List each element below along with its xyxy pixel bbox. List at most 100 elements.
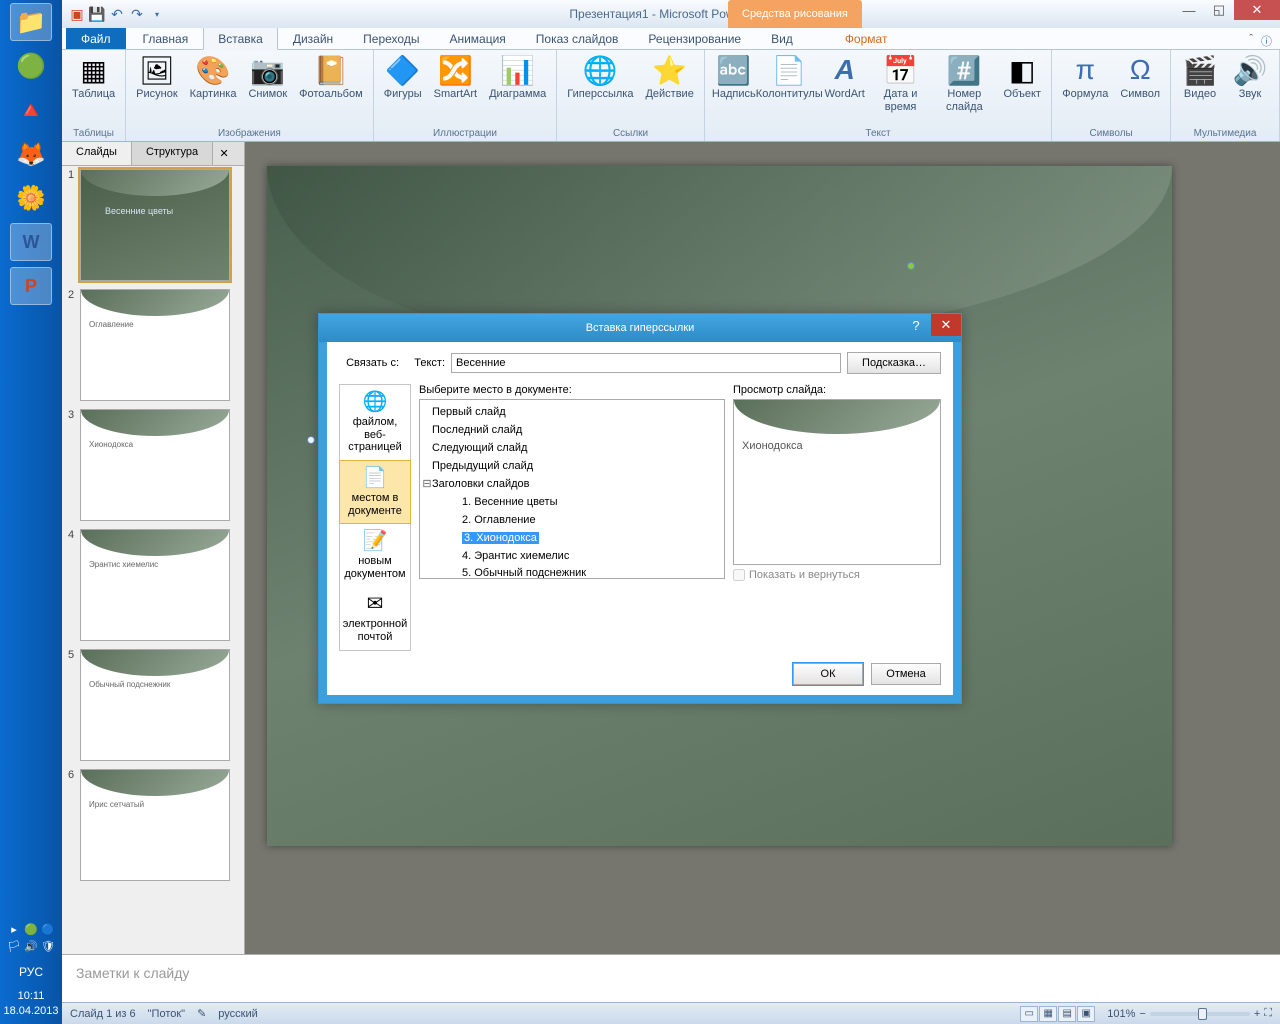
link-to-newdoc[interactable]: 📝новым документом <box>340 524 410 586</box>
status-lang[interactable]: русский <box>218 1008 257 1020</box>
zoom-slider[interactable] <box>1150 1012 1250 1016</box>
chrome-icon[interactable]: 🟢 <box>10 47 52 85</box>
tab-home[interactable]: Главная <box>128 27 204 49</box>
dialog-help-icon[interactable]: ? <box>901 314 931 336</box>
audio-button[interactable]: 🔊Звук <box>1227 52 1273 103</box>
aimp-icon[interactable]: 🔺 <box>10 91 52 129</box>
tree-slide-1[interactable]: 1. Весенние цветы <box>422 494 722 512</box>
zoom-control[interactable]: 101% − + ⛶ <box>1107 1007 1272 1020</box>
tree-last-slide[interactable]: Последний слайд <box>422 422 722 440</box>
save-icon[interactable]: 💾 <box>88 5 106 23</box>
qat-more-icon[interactable]: ▾ <box>148 5 166 23</box>
ok-button[interactable]: ОК <box>793 663 863 685</box>
slide-thumb-1[interactable]: Весенние цветы <box>80 169 230 281</box>
close-button[interactable]: ✕ <box>1234 0 1280 20</box>
show-return-checkbox[interactable]: Показать и вернуться <box>733 569 941 581</box>
tab-format[interactable]: Формат <box>830 27 903 49</box>
headerfooter-button[interactable]: 📄Колонтитулы <box>761 52 818 103</box>
textbox-button[interactable]: 🔤Надпись <box>711 52 757 103</box>
equation-button[interactable]: πФормула <box>1058 52 1112 103</box>
reading-view-button[interactable]: ▤ <box>1058 1006 1076 1022</box>
link-to-place[interactable]: 📄местом в документе <box>340 461 410 523</box>
minimize-ribbon-icon[interactable]: ˆ <box>1249 33 1253 49</box>
maximize-button[interactable]: ◱ <box>1204 0 1234 20</box>
video-button[interactable]: 🎬Видео <box>1177 52 1223 103</box>
redo-icon[interactable]: ↷ <box>128 5 146 23</box>
cancel-button[interactable]: Отмена <box>871 663 941 685</box>
chart-button[interactable]: 📊Диаграмма <box>485 52 550 103</box>
tab-insert[interactable]: Вставка <box>203 27 278 50</box>
symbol-button[interactable]: ΩСимвол <box>1116 52 1164 103</box>
action-button[interactable]: ⭐Действие <box>641 52 697 103</box>
tab-file[interactable]: Файл <box>66 27 126 49</box>
dialog-titlebar[interactable]: Вставка гиперссылки ? ✕ <box>319 314 961 342</box>
tab-animation[interactable]: Анимация <box>434 27 520 49</box>
group-symbols: Символы <box>1058 126 1164 141</box>
outline-tab[interactable]: Структура <box>132 142 213 165</box>
tree-slide-3[interactable]: 3. Хионодокса <box>422 530 722 548</box>
powerpoint-icon[interactable]: P <box>10 267 52 305</box>
tree-next-slide[interactable]: Следующий слайд <box>422 440 722 458</box>
tab-transitions[interactable]: Переходы <box>348 27 434 49</box>
windows-taskbar: 📁 🟢 🔺 🦊 🌼 W P ▸🟢🔵🏳🔊🛡 РУС 10:1118.04.2013 <box>0 0 62 1024</box>
sel-handle[interactable] <box>307 436 315 444</box>
undo-icon[interactable]: ↶ <box>108 5 126 23</box>
slide-thumb-2[interactable]: Оглавление <box>80 289 230 401</box>
app-icon[interactable]: ▣ <box>68 5 86 23</box>
explorer-icon[interactable]: 📁 <box>10 3 52 41</box>
link-to-file[interactable]: 🌐файлом, веб- страницей <box>340 385 410 460</box>
zoom-out-button[interactable]: − <box>1139 1008 1145 1020</box>
link-to-email[interactable]: ✉электронной почтой <box>340 587 410 649</box>
object-button[interactable]: ◧Объект <box>999 52 1045 103</box>
dialog-close-button[interactable]: ✕ <box>931 314 961 336</box>
tab-view[interactable]: Вид <box>756 27 808 49</box>
help-icon[interactable]: ⓘ <box>1261 33 1272 49</box>
place-tree[interactable]: Первый слайд Последний слайд Следующий с… <box>419 399 725 579</box>
firefox-icon[interactable]: 🦊 <box>10 135 52 173</box>
tab-slideshow[interactable]: Показ слайдов <box>521 27 634 49</box>
tree-prev-slide[interactable]: Предыдущий слайд <box>422 458 722 476</box>
sorter-view-button[interactable]: ▦ <box>1039 1006 1057 1022</box>
close-panel-icon[interactable]: ✕ <box>213 142 235 165</box>
slide-thumb-3[interactable]: Хионодокса <box>80 409 230 521</box>
tree-slide-2[interactable]: 2. Оглавление <box>422 512 722 530</box>
clock[interactable]: 10:1118.04.2013 <box>3 989 58 1018</box>
slides-panel: Слайды Структура ✕ 1Весенние цветы 2Огла… <box>62 142 245 954</box>
album-button[interactable]: 📔Фотоальбом <box>295 52 367 103</box>
fit-button[interactable]: ⛶ <box>1264 1007 1272 1020</box>
slide-thumb-4[interactable]: Эрантис хиемелис <box>80 529 230 641</box>
minimize-button[interactable]: — <box>1174 0 1204 20</box>
icq-icon[interactable]: 🌼 <box>10 179 52 217</box>
hyperlink-button[interactable]: 🌐Гиперссылка <box>563 52 637 103</box>
word-icon[interactable]: W <box>10 223 52 261</box>
tab-review[interactable]: Рецензирование <box>633 27 756 49</box>
normal-view-button[interactable]: ▭ <box>1020 1006 1038 1022</box>
clipart-button[interactable]: 🎨Картинка <box>186 52 241 103</box>
slide-thumb-6[interactable]: Ирис сетчатый <box>80 769 230 881</box>
tree-slide-5[interactable]: 5. Обычный подснежник <box>422 565 722 579</box>
slide-thumb-5[interactable]: Обычный подснежник <box>80 649 230 761</box>
group-images: Изображения <box>132 126 367 141</box>
shapes-button[interactable]: 🔷Фигуры <box>380 52 426 103</box>
tree-slide-4[interactable]: 4. Эрантис хиемелис <box>422 548 722 566</box>
slidenumber-button[interactable]: #️⃣Номер слайда <box>933 52 995 115</box>
datetime-button[interactable]: 📅Дата и время <box>872 52 930 115</box>
smartart-button[interactable]: 🔀SmartArt <box>430 52 481 103</box>
wordart-button[interactable]: AWordArt <box>822 52 868 103</box>
spellcheck-icon[interactable]: ✎ <box>197 1007 206 1020</box>
language-indicator[interactable]: РУС <box>19 965 43 979</box>
screenshot-button[interactable]: 📷Снимок <box>244 52 291 103</box>
notes-pane[interactable]: Заметки к слайду <box>62 954 1280 1002</box>
tray-icons[interactable]: ▸🟢🔵🏳🔊🛡 <box>7 922 55 953</box>
zoom-in-button[interactable]: + <box>1254 1008 1260 1020</box>
slides-tab[interactable]: Слайды <box>62 142 132 165</box>
tree-slide-titles[interactable]: ⊟Заголовки слайдов <box>422 476 722 494</box>
picture-button[interactable]: 🖼Рисунок <box>132 52 182 103</box>
tree-first-slide[interactable]: Первый слайд <box>422 404 722 422</box>
slideshow-view-button[interactable]: ▣ <box>1077 1006 1095 1022</box>
table-button[interactable]: ▦Таблица <box>68 52 119 103</box>
sel-rotate-handle[interactable] <box>907 262 915 270</box>
display-text-input[interactable] <box>451 353 841 373</box>
tab-design[interactable]: Дизайн <box>278 27 348 49</box>
screentip-button[interactable]: Подсказка… <box>847 352 941 374</box>
